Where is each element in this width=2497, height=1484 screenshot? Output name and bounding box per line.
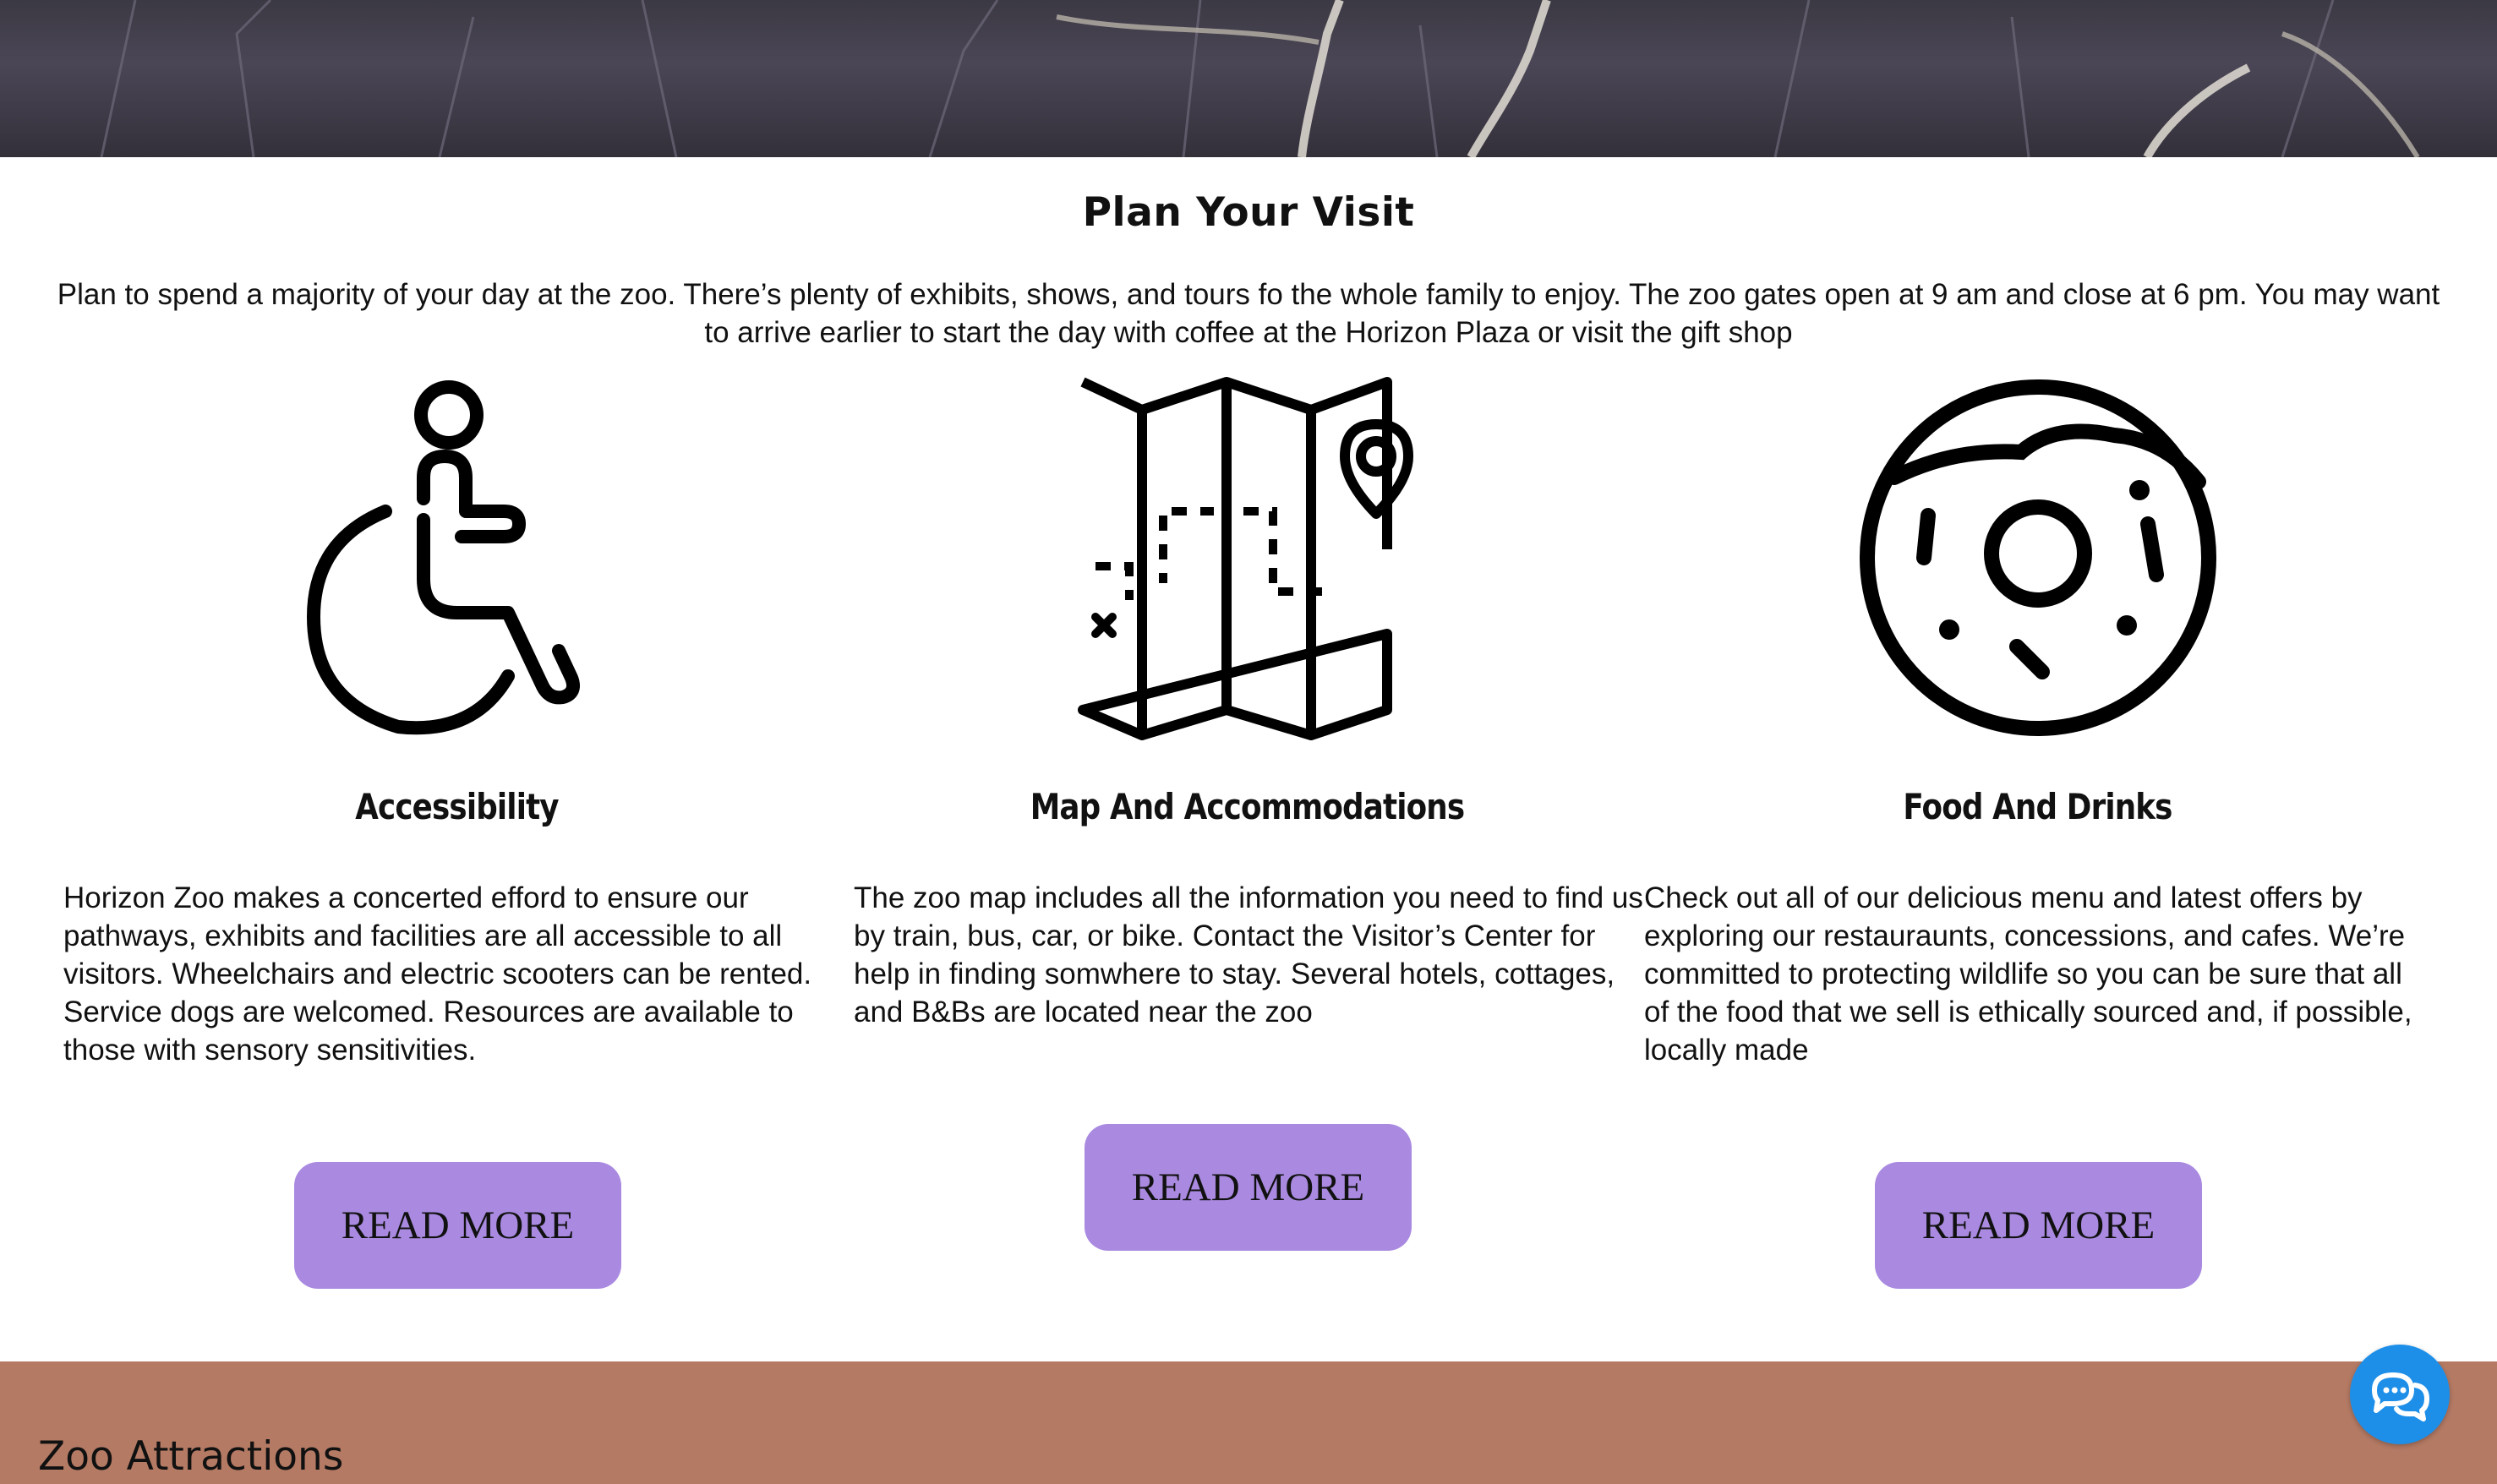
read-more-button[interactable]: READ MORE [1875,1162,2202,1289]
section-title: Zoo Attractions [38,1433,344,1480]
card-body: The zoo map includes all the information… [854,881,1643,1028]
read-more-button[interactable]: READ MORE [294,1162,621,1289]
attractions-section: Zoo Attractions [0,1361,2497,1484]
card-body: Horizon Zoo makes a concerted efford to … [63,881,812,1067]
read-more-button[interactable]: READ MORE [1085,1124,1412,1251]
donut-icon [1642,372,2433,744]
hero-image [0,0,2497,157]
card-body: Check out all of our delicious menu and … [1644,881,2412,1067]
wheelchair-icon [62,372,852,744]
chat-icon [2372,1372,2429,1421]
card-title: Food And Drinks [1903,786,2172,827]
card-title: Accessibility [355,786,559,827]
card-title: Map And Accommodations [1030,786,1465,827]
chat-button[interactable] [2350,1345,2450,1444]
map-icon [852,372,1642,744]
page-title: Plan Your Visit [1082,189,1415,236]
plan-intro-text: Plan to spend a majority of your day at … [57,278,2440,349]
tree-branches-image [100,0,2420,157]
